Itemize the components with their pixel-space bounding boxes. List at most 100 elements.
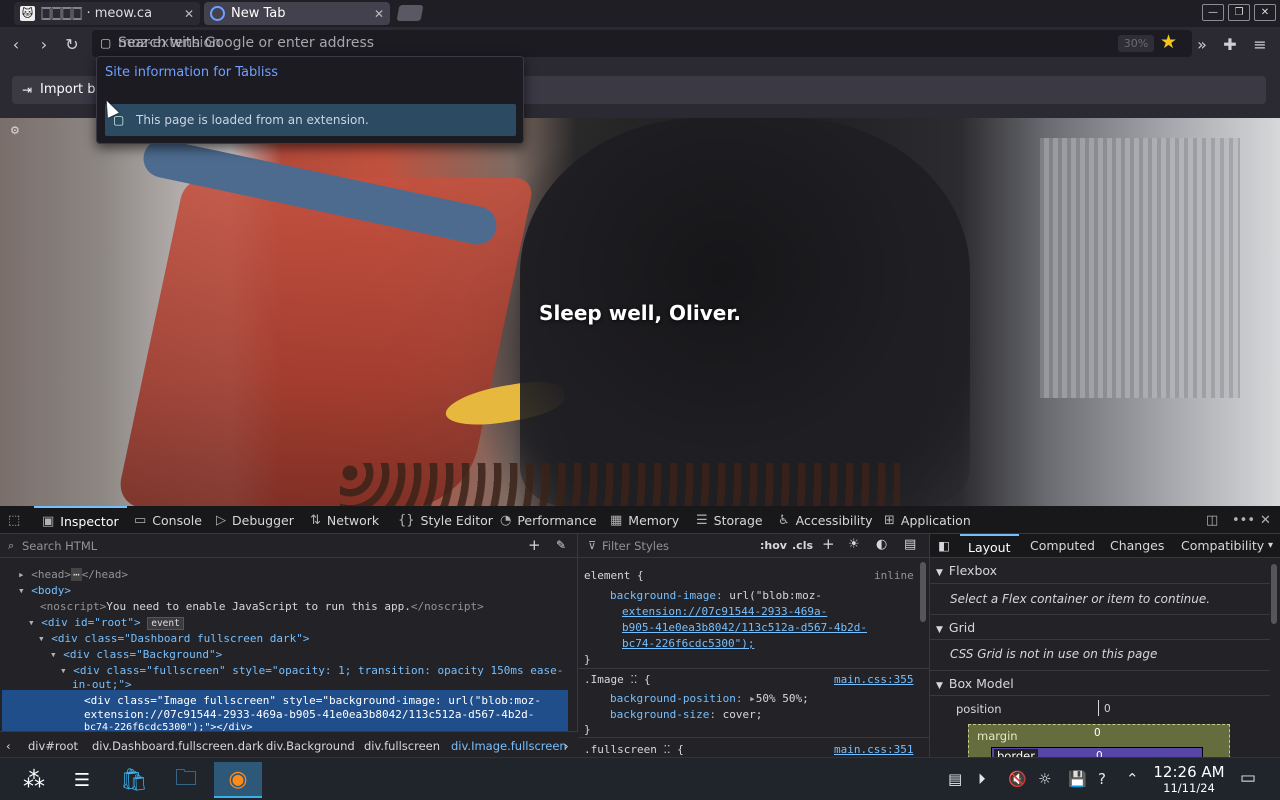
new-tab-button[interactable] — [396, 5, 424, 21]
back-icon[interactable]: ‹ — [6, 34, 26, 54]
clock-time[interactable]: 12:26 AM — [1152, 763, 1226, 781]
boxmodel-section-header[interactable]: ▼ Box Model — [930, 670, 1270, 696]
tabs-dropdown-icon[interactable]: ▾ — [1268, 540, 1273, 551]
clipboard-icon[interactable]: ▤ — [948, 770, 962, 788]
volume-muted-icon[interactable]: 🔇 — [1008, 770, 1027, 788]
rule-bg-image-val2[interactable]: extension://07c91544-2933-469a- — [622, 605, 827, 618]
help-icon[interactable]: ? — [1098, 770, 1106, 788]
rule-bg-image-val3[interactable]: b905-41e0ea3b8042/113c512a-d567-4b2d- — [622, 621, 867, 634]
forward-icon[interactable]: › — [34, 34, 54, 54]
devtools-tab-application[interactable]: ⊞ Application — [884, 506, 971, 534]
devtools-tab-console[interactable]: ▭ Console — [134, 506, 202, 534]
filter-styles-input[interactable]: Filter Styles — [602, 539, 669, 553]
markup-noscript[interactable]: <noscript>You need to enable JavaScript … — [40, 600, 484, 613]
minimize-button[interactable]: — — [1202, 4, 1224, 21]
rules-scrollbar[interactable] — [920, 562, 926, 622]
bookmark-star-icon[interactable]: ★ — [1160, 31, 1177, 53]
rule-image-origin[interactable]: main.css:355 — [834, 673, 913, 686]
tab-meow-cam[interactable]: 🐱 🀆🀆🀆🀆 · meow.ca ✕ — [14, 2, 200, 25]
menu-icon[interactable]: ≡ — [1250, 34, 1270, 54]
devtools-tab-accessibility[interactable]: ♿ Accessibility — [778, 506, 873, 534]
print-icon[interactable]: ▤ — [904, 537, 916, 552]
more-options-icon[interactable]: ••• — [1232, 506, 1261, 534]
search-html-input[interactable]: Search HTML — [22, 539, 97, 553]
breadcrumb-image[interactable]: div.Image.fullscreen — [451, 739, 567, 753]
toggle-sidebar-icon[interactable]: ◧ — [938, 538, 950, 553]
zoom-indicator[interactable]: 30% — [1118, 35, 1154, 52]
markup-root-div[interactable]: ▾ <div id="root"> event — [28, 616, 184, 630]
devtools-tab-memory[interactable]: ▦ Memory — [610, 506, 679, 534]
devtools-tab-inspector[interactable]: ▣ Inspector — [34, 506, 127, 534]
element-picker-icon[interactable]: ⬚ — [8, 506, 26, 534]
markup-fullscreen-div[interactable]: ▾ <div class="fullscreen" style="opacity… — [60, 664, 563, 677]
grid-section-header[interactable]: ▼ Grid — [930, 614, 1270, 640]
devtools-tab-performance[interactable]: ◔ Performance — [500, 506, 597, 534]
dark-mode-icon[interactable]: ◐ — [876, 537, 887, 552]
tab-layout[interactable]: Layout — [960, 534, 1019, 558]
layout-scrollbar[interactable] — [1271, 564, 1277, 624]
close-devtools-icon[interactable]: ✕ — [1260, 506, 1277, 534]
hov-toggle[interactable]: :hov — [760, 539, 787, 552]
overflow-chevron-icon[interactable]: » — [1192, 34, 1212, 54]
popup-extension-row[interactable]: ▢ This page is loaded from an extension. — [105, 104, 516, 136]
settings-gear-icon[interactable]: ⚙ — [10, 124, 20, 137]
save-icon[interactable]: 💾 — [1068, 770, 1087, 788]
breadcrumb-forward-icon[interactable]: › — [564, 739, 569, 753]
restore-button[interactable]: ❐ — [1228, 4, 1250, 21]
tab-changes[interactable]: Changes — [1110, 538, 1164, 553]
app-launcher-icon[interactable]: ⁂ — [14, 762, 54, 798]
close-tab-icon[interactable]: ✕ — [374, 7, 384, 21]
show-desktop-icon[interactable]: ▭ — [1240, 768, 1256, 788]
dock-icon[interactable]: ◫ — [1206, 506, 1224, 534]
address-bar[interactable]: ▢ Search with Google or enter address mo… — [92, 30, 1192, 57]
cls-toggle[interactable]: .cls — [792, 539, 813, 552]
box-border-value[interactable]: 0 — [1096, 750, 1103, 757]
rule-bg-position[interactable]: background-position: ▸50% 50%; — [610, 692, 809, 705]
markup-head[interactable]: ▸ <head> ⋯ </head> — [18, 568, 128, 581]
tray-expand-icon[interactable]: ⌃ — [1126, 770, 1139, 788]
tab-new-tab[interactable]: New Tab ✕ — [204, 2, 390, 25]
tab-computed[interactable]: Computed — [1030, 538, 1095, 553]
devtools-tab-storage[interactable]: ☰ Storage — [696, 506, 763, 534]
tab-strip: 🐱 🀆🀆🀆🀆 · meow.ca ✕ New Tab ✕ — ❐ ✕ — [0, 0, 1280, 27]
devtools-tab-style-editor[interactable]: {} Style Editor — [398, 506, 493, 534]
breadcrumb-fullscreen[interactable]: div.fullscreen — [364, 739, 440, 753]
rule-bg-image[interactable]: background-image: url("blob:moz- — [610, 589, 822, 602]
box-position-value[interactable]: 0 — [1104, 703, 1111, 715]
add-rule-icon[interactable]: + — [822, 535, 835, 553]
breadcrumb-root[interactable]: div#root — [28, 739, 78, 753]
box-margin[interactable]: margin 0 border 0 — [968, 724, 1230, 757]
tab-label: New Tab — [231, 6, 286, 21]
reload-icon[interactable]: ↻ — [62, 34, 82, 54]
markup-background-div[interactable]: ▾ <div class="Background"> — [50, 648, 222, 661]
rule-fullscreen-origin[interactable]: main.css:351 — [834, 743, 913, 756]
close-tab-icon[interactable]: ✕ — [184, 7, 194, 21]
breadcrumb-back-icon[interactable]: ‹ — [6, 739, 11, 753]
close-window-button[interactable]: ✕ — [1254, 4, 1276, 21]
eyedropper-icon[interactable]: ✎ — [556, 538, 566, 552]
markup-image-div[interactable]: <div class="Image fullscreen" style="bac… — [84, 694, 541, 707]
system-settings-icon[interactable]: ☰ — [62, 762, 102, 798]
rule-bg-size[interactable]: background-size: cover; — [610, 708, 762, 721]
box-margin-value[interactable]: 0 — [1094, 727, 1101, 739]
page-info-icon[interactable]: ▢ — [100, 36, 111, 50]
media-play-icon[interactable]: ⏵ — [978, 770, 986, 788]
breadcrumb-background[interactable]: div.Background — [266, 739, 355, 753]
clock-date[interactable]: 11/11/24 — [1152, 781, 1226, 795]
event-badge[interactable]: event — [147, 617, 184, 630]
devtools-tab-network[interactable]: ⇅ Network — [310, 506, 379, 534]
tab-compatibility[interactable]: Compatibility — [1181, 538, 1264, 553]
flexbox-section-header[interactable]: ▼ Flexbox — [930, 558, 1270, 584]
breadcrumb-dashboard[interactable]: div.Dashboard.fullscreen.dark — [92, 739, 263, 753]
add-node-icon[interactable]: + — [528, 536, 541, 554]
discover-store-icon[interactable]: 🛍 — [114, 762, 154, 798]
box-border[interactable]: border 0 — [991, 747, 1203, 757]
brightness-icon[interactable]: ☼ — [1038, 770, 1051, 788]
markup-dashboard-div[interactable]: ▾ <div class="Dashboard fullscreen dark"… — [38, 632, 310, 645]
firefox-taskbar-icon[interactable]: ◉ — [214, 762, 262, 798]
light-mode-icon[interactable]: ☀ — [848, 537, 860, 552]
devtools-tab-debugger[interactable]: ▷ Debugger — [216, 506, 294, 534]
file-manager-icon[interactable]: 🗀 — [166, 762, 206, 798]
extensions-icon[interactable]: ✚ — [1220, 34, 1240, 54]
markup-body[interactable]: ▾ <body> — [18, 584, 71, 597]
